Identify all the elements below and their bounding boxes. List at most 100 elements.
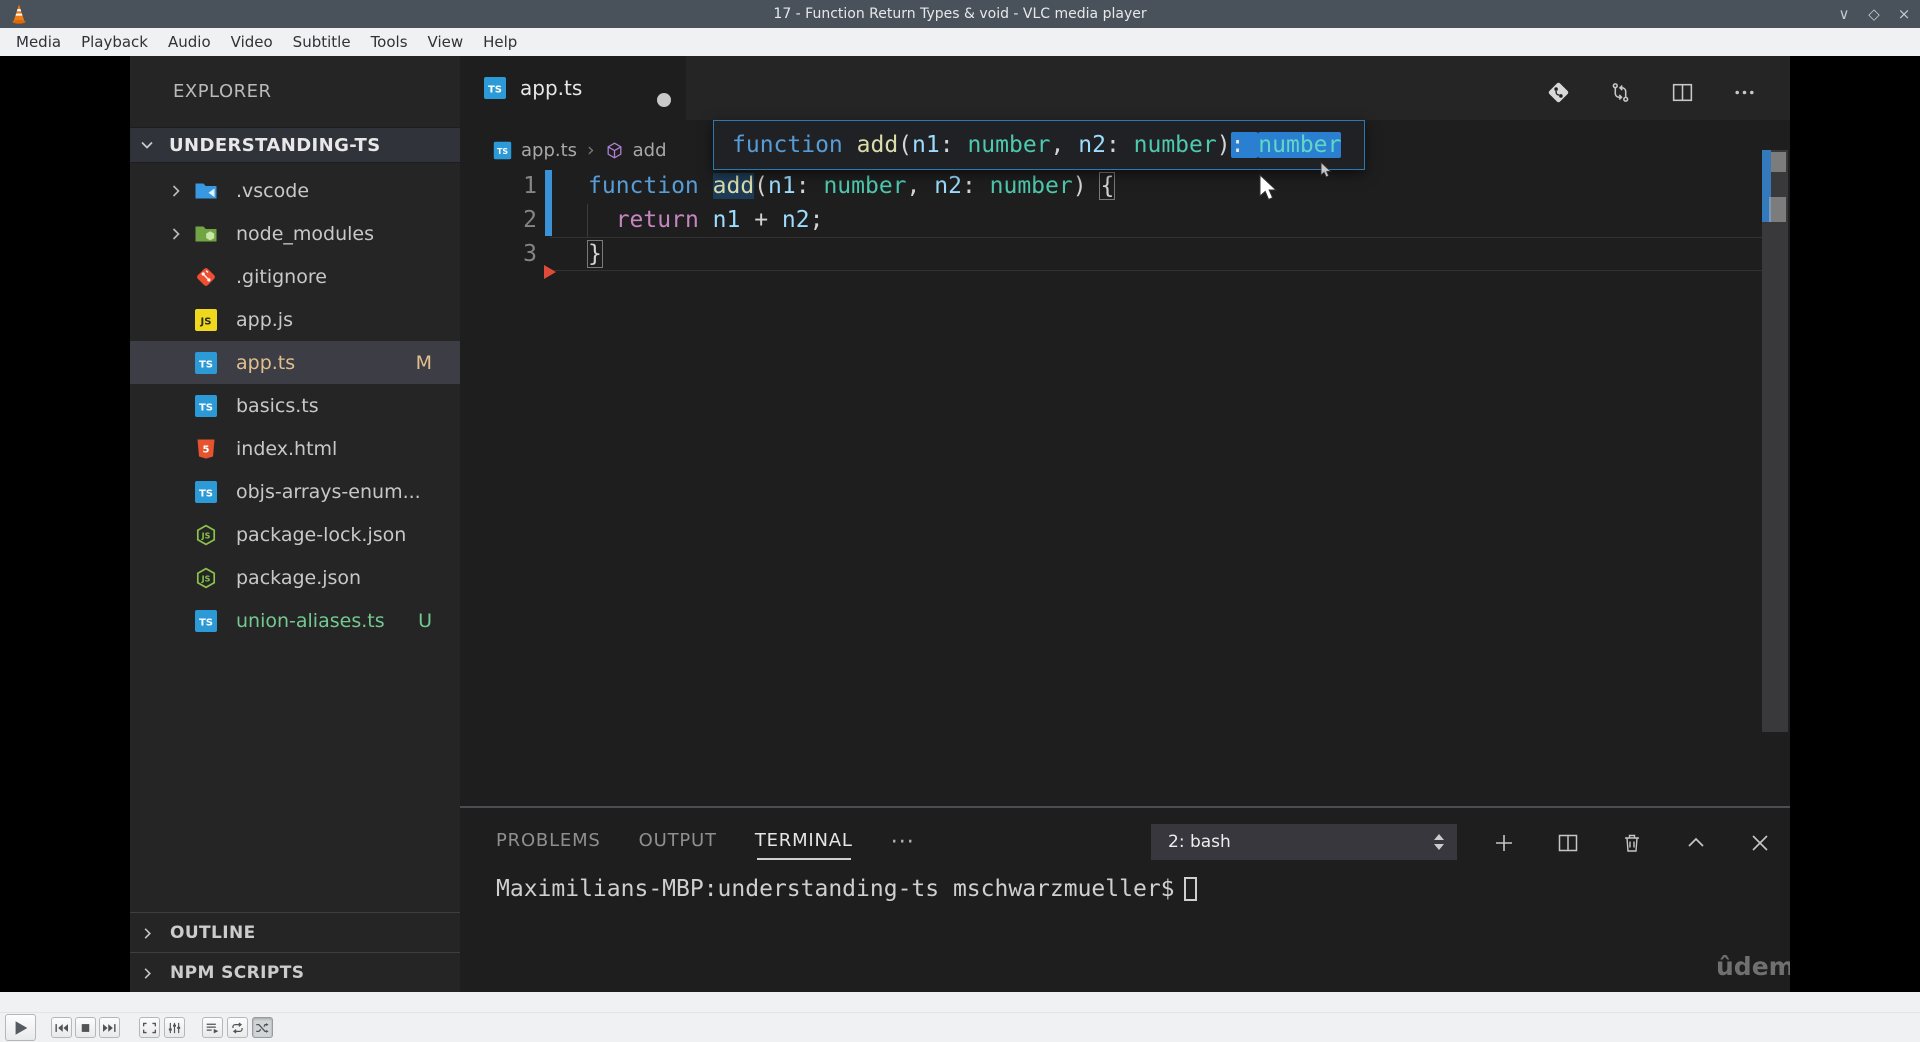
ts-icon: TS (194, 394, 220, 418)
new-terminal-icon[interactable] (1492, 831, 1516, 855)
loop-button[interactable] (227, 1017, 248, 1038)
panel-tab-problems[interactable]: PROBLEMS (496, 824, 601, 862)
code-token: : (961, 173, 990, 199)
unsaved-dot-icon[interactable] (657, 93, 671, 107)
breadcrumb-item[interactable]: add (633, 140, 667, 161)
overview-ruler-mark (1771, 152, 1786, 172)
svg-text:TS: TS (199, 402, 213, 413)
panel-tab-output[interactable]: OUTPUT (639, 824, 717, 862)
code-token: n1 (912, 132, 940, 158)
select-arrows-icon (1434, 834, 1444, 850)
shell-selector-value: 2: bash (1168, 832, 1231, 852)
file-row-union-aliases-ts[interactable]: TS union-aliases.ts U (130, 599, 460, 642)
menu-help[interactable]: Help (473, 28, 527, 56)
extended-settings-button[interactable] (164, 1017, 185, 1038)
play-button[interactable] (5, 1014, 36, 1041)
chevron-right-icon (168, 183, 194, 199)
file-row-app-ts[interactable]: TS app.ts M (130, 341, 460, 384)
code-token: number (1258, 132, 1342, 158)
git-icon (194, 265, 220, 289)
code-token: function (588, 173, 713, 199)
menu-playback[interactable]: Playback (71, 28, 158, 56)
code-token: n1 (768, 173, 796, 199)
file-label: objs-arrays-enum... (236, 480, 421, 503)
file-row-package-json[interactable]: JS package.json (130, 556, 460, 599)
code-token: { (1100, 173, 1115, 199)
editor-scrollbar[interactable] (1762, 150, 1788, 732)
minimize-button[interactable]: ∨ (1836, 5, 1852, 23)
file-row-node-modules[interactable]: node_modules (130, 212, 460, 255)
chevron-down-icon (139, 137, 155, 153)
panel-tab-terminal[interactable]: TERMINAL (755, 824, 853, 862)
file-label: app.js (236, 308, 293, 331)
menu-subtitle[interactable]: Subtitle (283, 28, 361, 56)
code-token: number (967, 132, 1051, 158)
file-row--vscode[interactable]: .vscode (130, 169, 460, 212)
file-row-basics-ts[interactable]: TS basics.ts (130, 384, 460, 427)
playlist-button[interactable] (202, 1017, 223, 1038)
maximize-button[interactable]: ◇ (1866, 5, 1882, 23)
maximize-panel-icon[interactable] (1684, 831, 1708, 855)
window-title: 17 - Function Return Types & void - VLC … (773, 6, 1147, 22)
breadcrumb-item[interactable]: app.ts (521, 140, 577, 161)
explorer-section-header[interactable]: UNDERSTANDING-TS (130, 127, 460, 163)
close-panel-icon[interactable] (1748, 831, 1772, 855)
file-row-index-html[interactable]: 5 index.html (130, 427, 460, 470)
chevron-right-icon (140, 966, 155, 981)
menu-video[interactable]: Video (221, 28, 283, 56)
next-button[interactable] (99, 1017, 120, 1038)
breadcrumb: TS app.ts › add (493, 134, 667, 166)
menu-tools[interactable]: Tools (361, 28, 418, 56)
npm-icon: JS (194, 566, 220, 590)
code-line-3[interactable]: 3} (460, 237, 1790, 271)
fullscreen-button[interactable] (139, 1017, 160, 1038)
split-terminal-icon[interactable] (1556, 831, 1580, 855)
open-changes-icon[interactable] (1546, 80, 1571, 105)
file-label: app.ts (236, 351, 296, 374)
secondary-cursor-icon (1320, 161, 1334, 180)
code-token: : (1230, 132, 1259, 158)
code-token: function (732, 132, 857, 158)
sidebar-section-npm-scripts[interactable]: NPM SCRIPTS (130, 952, 460, 992)
menu-media[interactable]: Media (6, 28, 71, 56)
kill-terminal-icon[interactable] (1620, 831, 1644, 855)
code-token: n2 (934, 173, 962, 199)
hover-tooltip: function add(n1: number, n2: number): nu… (713, 120, 1365, 170)
terminal-cursor (1183, 877, 1197, 901)
more-actions-icon[interactable] (1732, 80, 1757, 105)
file-row-package-lock-json[interactable]: JS package-lock.json (130, 513, 460, 556)
file-label: .vscode (236, 179, 310, 202)
sidebar-section-outline[interactable]: OUTLINE (130, 912, 460, 953)
file-row--gitignore[interactable]: .gitignore (130, 255, 460, 298)
panel-separator[interactable] (460, 806, 1790, 808)
code-token: n1 (712, 207, 741, 233)
sync-changes-icon[interactable] (1608, 80, 1633, 105)
split-editor-icon[interactable] (1670, 80, 1695, 105)
stop-button[interactable] (75, 1017, 96, 1038)
menu-audio[interactable]: Audio (158, 28, 221, 56)
code-line-1[interactable]: 1 function add(n1: number, n2: number) { (460, 169, 1790, 203)
panel-more-tabs[interactable]: ··· (891, 828, 915, 858)
random-button[interactable] (252, 1017, 273, 1038)
file-row-app-js[interactable]: JS app.js (130, 298, 460, 341)
html-icon: 5 (194, 437, 220, 461)
shell-selector[interactable]: 2: bash (1151, 824, 1457, 860)
code-line-2[interactable]: 2 return n1 + n2; (460, 203, 1790, 237)
terminal-output[interactable]: Maximilians-MBP:understanding-ts mschwar… (496, 876, 1197, 902)
code-token: : (939, 132, 968, 158)
file-label: package-lock.json (236, 523, 407, 546)
video-canvas[interactable]: EXPLORER UNDERSTANDING-TS .vscode node_mo… (0, 56, 1920, 992)
tab-app-ts[interactable]: TS app.ts (460, 56, 686, 120)
menu-view[interactable]: View (418, 28, 474, 56)
file-row-objs-arrays-enum-[interactable]: TS objs-arrays-enum... (130, 470, 460, 513)
close-button[interactable]: × (1896, 5, 1912, 23)
line-number: 3 (523, 241, 537, 267)
svg-text:TS: TS (199, 359, 213, 370)
previous-button[interactable] (51, 1017, 72, 1038)
window-controls: ∨ ◇ × (1836, 0, 1912, 28)
